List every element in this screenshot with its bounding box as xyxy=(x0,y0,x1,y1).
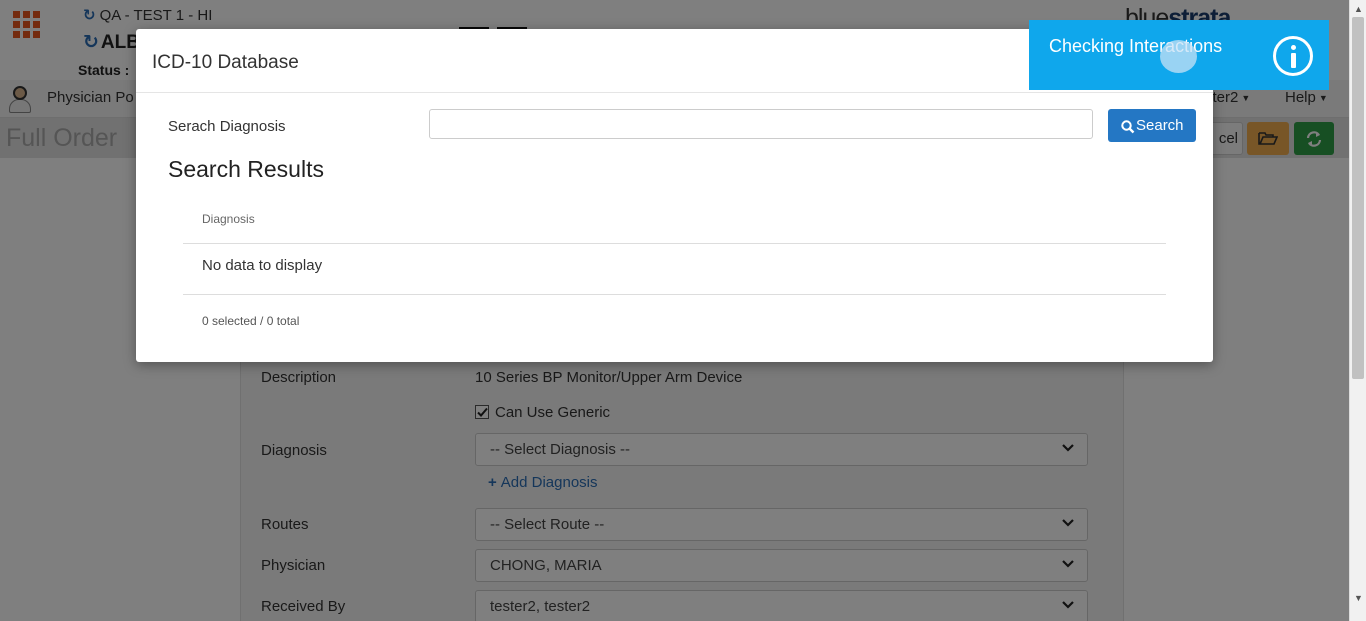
search-diagnosis-label: Serach Diagnosis xyxy=(168,118,286,135)
scroll-up-arrow-icon[interactable]: ▲ xyxy=(1354,4,1363,14)
search-icon xyxy=(1121,120,1135,134)
grid-divider xyxy=(183,294,1166,295)
grid-selection-count: 0 selected / 0 total xyxy=(202,314,300,328)
scroll-thumb[interactable] xyxy=(1352,17,1364,379)
scroll-down-arrow-icon[interactable]: ▼ xyxy=(1354,593,1363,603)
search-results-heading: Search Results xyxy=(168,156,324,182)
page-scrollbar[interactable]: ▲ ▼ xyxy=(1349,0,1366,621)
grid-column-header-diagnosis[interactable]: Diagnosis xyxy=(202,212,255,226)
info-icon xyxy=(1273,36,1313,76)
modal-title: ICD-10 Database xyxy=(152,52,299,73)
grid-divider xyxy=(183,243,1166,244)
mouse-cursor-indicator xyxy=(1160,40,1197,73)
search-diagnosis-input[interactable] xyxy=(429,109,1093,139)
search-button[interactable]: Search xyxy=(1108,109,1196,142)
grid-empty-message: No data to display xyxy=(202,257,323,274)
